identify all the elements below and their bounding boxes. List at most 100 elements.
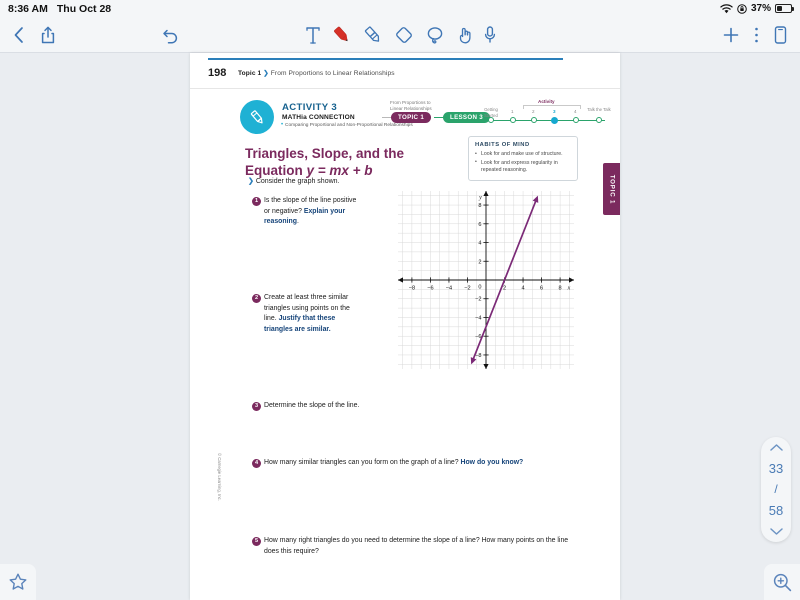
undo-icon[interactable] <box>162 25 180 45</box>
copyright-text: © Carnegie Learning, Inc. <box>217 453 222 501</box>
highlighter-tool-icon[interactable] <box>363 24 383 46</box>
status-date: Thu Oct 28 <box>56 2 112 15</box>
svg-text:−4: −4 <box>475 315 481 321</box>
question-4: 4 How many similar triangles can you for… <box>252 458 582 469</box>
eraser-tool-icon[interactable] <box>394 24 414 46</box>
plus-icon[interactable] <box>722 26 740 44</box>
more-options-icon[interactable] <box>754 26 759 44</box>
question-number: 2 <box>252 293 261 303</box>
svg-text:x: x <box>567 286 571 292</box>
microphone-icon[interactable] <box>483 24 497 46</box>
coordinate-graph: −8 −6 −4 −2 2 4 6 8 −8 −6 −4 −2 2 4 6 8 0 x y <box>398 191 574 369</box>
breadcrumb-topic: Topic 1 <box>238 70 262 77</box>
habits-item: Look for and express regularity in repea… <box>475 159 571 175</box>
question-number: 1 <box>252 196 261 206</box>
svg-text:8: 8 <box>478 203 481 209</box>
activity-header: ACTIVITY 3 MATHia CONNECTION Comparing P… <box>240 99 611 140</box>
document-page[interactable]: 198 Topic 1 ❯ From Proportions to Linear… <box>190 53 620 600</box>
question-text: Is the slope of the line positive or neg… <box>264 197 357 226</box>
svg-text:2: 2 <box>503 286 506 292</box>
progress-line <box>489 120 605 122</box>
page-separator: / <box>774 481 778 496</box>
question-text: Determine the slope of the line. <box>264 402 360 409</box>
title-equation: y = mx + b <box>306 162 373 178</box>
chevron-down-icon[interactable] <box>769 527 784 536</box>
chevron-left-icon[interactable] <box>12 25 26 45</box>
battery-icon <box>775 4 794 13</box>
progress-num-3: 3 <box>553 109 556 114</box>
hand-tool-icon[interactable] <box>456 24 476 46</box>
wifi-icon <box>720 3 733 14</box>
header-divider <box>190 88 620 89</box>
question-text: How many right triangles do you need to … <box>264 537 569 555</box>
page-number: 198 <box>208 67 227 79</box>
activity-subtitle: MATHia CONNECTION <box>282 114 355 121</box>
arrow-icon: ❯ <box>248 178 254 185</box>
svg-text:0: 0 <box>478 285 481 291</box>
svg-text:2: 2 <box>478 259 481 265</box>
progress-indicator: Activity Getting Started Talk the Talk 1… <box>483 99 611 130</box>
page-view-icon[interactable] <box>773 25 788 45</box>
topic-chip: TOPIC 1 <box>391 112 432 123</box>
ipad-reader-app: 8:36 AM Thu Oct 28 37% 198 Topic 1 ❯ Fro… <box>0 0 800 600</box>
question-number: 4 <box>252 458 261 468</box>
svg-text:4: 4 <box>521 286 524 292</box>
svg-text:−2: −2 <box>475 297 481 303</box>
question-2: 2 Create at least three similar triangle… <box>252 293 364 336</box>
chevron-up-icon[interactable] <box>769 443 784 452</box>
status-time: 8:36 AM <box>8 2 48 15</box>
chevron-right-icon: ❯ <box>263 70 269 77</box>
graph-svg: −8 −6 −4 −2 2 4 6 8−8−6−4−224680 xy <box>398 191 574 369</box>
progress-dot-end[interactable] <box>596 117 602 123</box>
svg-text:6: 6 <box>478 222 481 228</box>
pencil-icon <box>240 100 274 134</box>
header-rule <box>208 58 563 61</box>
svg-text:8: 8 <box>559 286 562 292</box>
habits-heading: HABITS OF MIND <box>475 142 530 148</box>
progress-dot-3-active[interactable] <box>551 116 558 124</box>
progress-dot-1[interactable] <box>510 117 516 123</box>
star-icon <box>8 572 28 592</box>
page-header: 198 Topic 1 ❯ From Proportions to Linear… <box>190 53 620 89</box>
lasso-tool-icon[interactable] <box>425 24 445 46</box>
rotation-lock-icon <box>737 3 747 14</box>
progress-end-label: Talk the Talk <box>587 107 611 112</box>
question-number: 3 <box>252 401 261 411</box>
svg-text:−4: −4 <box>446 286 452 292</box>
question-number: 5 <box>252 536 261 546</box>
breadcrumb-title: From Proportions to Linear Relationships <box>270 70 395 77</box>
topic-side-tab[interactable]: TOPIC 1 <box>603 163 620 215</box>
bookmark-button[interactable] <box>0 564 36 600</box>
current-page-number: 33 <box>768 460 784 476</box>
topic-tab-label: TOPIC 1 <box>608 174 615 204</box>
zoom-in-icon <box>772 572 793 593</box>
progress-dot-4[interactable] <box>573 117 579 123</box>
total-page-count: 58 <box>768 502 784 518</box>
question-1: 1 Is the slope of the line positive or n… <box>252 196 364 228</box>
activity-title: ACTIVITY 3 <box>282 102 338 113</box>
progress-dot-2[interactable] <box>531 117 537 123</box>
consider-prompt: ❯ Consider the graph shown. <box>248 177 340 185</box>
svg-text:−2: −2 <box>464 286 470 292</box>
habits-of-mind-box: HABITS OF MIND Look for and make use of … <box>468 136 578 181</box>
page-navigator[interactable]: 33 / 58 <box>761 437 791 542</box>
share-icon[interactable] <box>40 25 56 45</box>
breadcrumb: Topic 1 ❯ From Proportions to Linear Rel… <box>238 69 395 77</box>
title-line-2: Equation <box>245 162 307 178</box>
progress-num-1: 1 <box>511 109 514 114</box>
progress-activity-label: Activity <box>536 99 557 104</box>
svg-text:4: 4 <box>478 241 481 247</box>
svg-text:6: 6 <box>540 286 543 292</box>
app-toolbar <box>0 17 800 53</box>
question-text: Create at least three similar triangles … <box>264 294 350 334</box>
page-title: Triangles, Slope, and the Equation y = m… <box>245 146 480 179</box>
pen-tool-icon[interactable] <box>332 24 352 46</box>
habits-item: Look for and make use of structure. <box>475 151 571 159</box>
svg-text:−8: −8 <box>409 286 415 292</box>
zoom-in-button[interactable] <box>764 564 800 600</box>
progress-num-4: 4 <box>574 109 577 114</box>
text-tool-icon[interactable] <box>305 24 321 46</box>
chip-caption: From Proportions to Linear Relationships <box>390 100 432 112</box>
progress-dot-start[interactable] <box>488 117 494 123</box>
svg-text:−6: −6 <box>427 286 433 292</box>
